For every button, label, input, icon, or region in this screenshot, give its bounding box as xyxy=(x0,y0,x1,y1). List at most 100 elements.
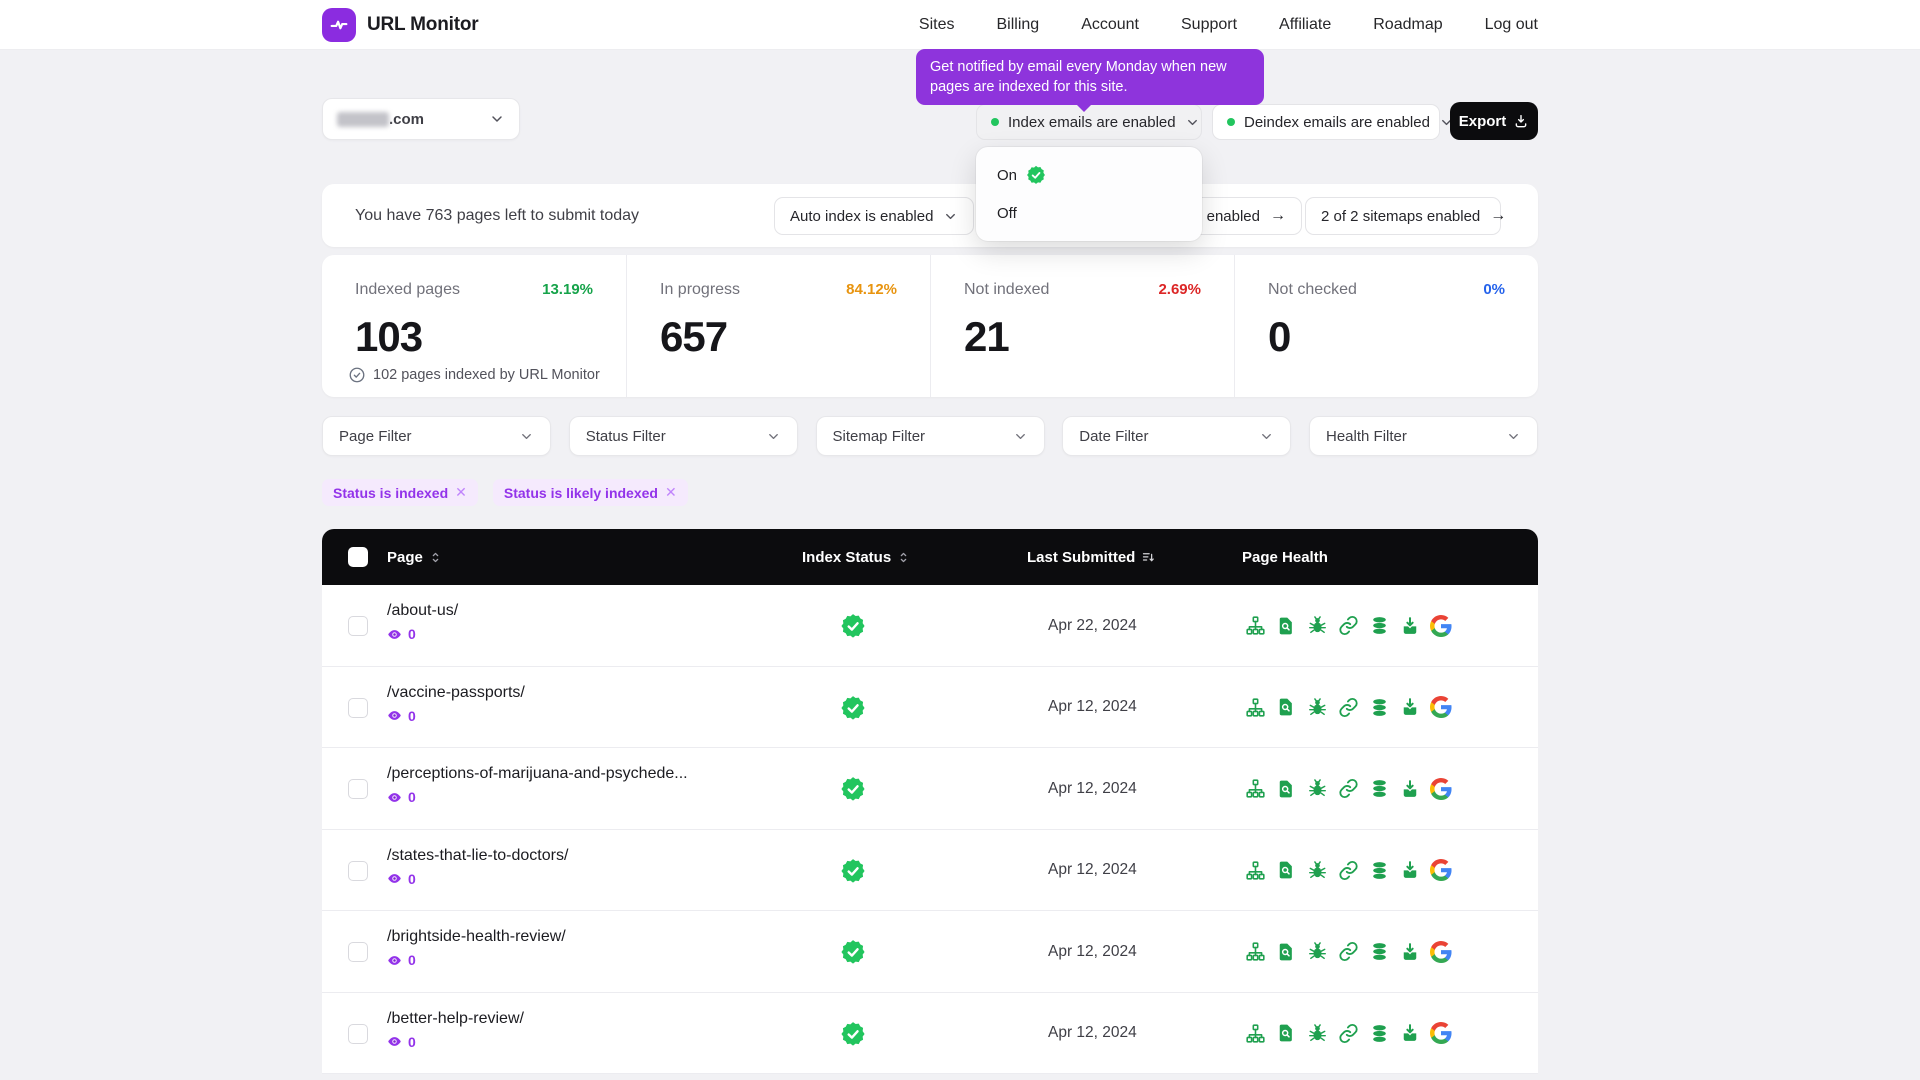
page-path[interactable]: /vaccine-passports/ xyxy=(387,684,525,702)
nav-item[interactable]: Billing xyxy=(997,16,1040,34)
download-icon[interactable] xyxy=(1399,615,1421,637)
bug-icon[interactable] xyxy=(1306,941,1328,963)
sitemaps-button[interactable]: 2 of 2 sitemaps enabled → xyxy=(1305,197,1501,235)
site-domain-suffix: .com xyxy=(389,111,424,128)
table-row[interactable]: /perceptions-of-marijuana-and-psychede..… xyxy=(322,748,1538,830)
table-row[interactable]: /about-us/ 0 Apr 22, 2024 xyxy=(322,585,1538,667)
bug-icon[interactable] xyxy=(1306,859,1328,881)
filter-dropdown[interactable]: Health Filter xyxy=(1309,416,1538,456)
table-row[interactable]: /states-that-lie-to-doctors/ 0 Apr 12, 2… xyxy=(322,830,1538,912)
submit-bar: You have 763 pages left to submit today … xyxy=(322,184,1538,247)
remove-filter-icon[interactable]: ✕ xyxy=(455,484,467,501)
column-header-status[interactable]: Index Status xyxy=(802,549,910,566)
filter-dropdown[interactable]: Date Filter xyxy=(1062,416,1291,456)
page-path[interactable]: /perceptions-of-marijuana-and-psychede..… xyxy=(387,765,688,783)
table-row[interactable]: /brightside-health-review/ 0 Apr 12, 202… xyxy=(322,911,1538,993)
link-icon[interactable] xyxy=(1337,859,1359,881)
file-search-icon[interactable] xyxy=(1275,696,1297,718)
database-icon[interactable] xyxy=(1368,859,1390,881)
nav-item[interactable]: Support xyxy=(1181,16,1237,34)
bug-icon[interactable] xyxy=(1306,696,1328,718)
google-icon[interactable] xyxy=(1430,1022,1452,1044)
file-search-icon[interactable] xyxy=(1275,859,1297,881)
page-path[interactable]: /better-help-review/ xyxy=(387,1010,524,1028)
link-icon[interactable] xyxy=(1337,941,1359,963)
download-icon[interactable] xyxy=(1399,941,1421,963)
bug-icon[interactable] xyxy=(1306,615,1328,637)
row-checkbox[interactable] xyxy=(348,698,368,718)
export-button[interactable]: Export xyxy=(1450,102,1538,140)
row-checkbox[interactable] xyxy=(348,616,368,636)
filter-dropdown[interactable]: Page Filter xyxy=(322,416,551,456)
nav-item[interactable]: Roadmap xyxy=(1373,16,1442,34)
link-icon[interactable] xyxy=(1337,696,1359,718)
database-icon[interactable] xyxy=(1368,615,1390,637)
bug-icon[interactable] xyxy=(1306,778,1328,800)
file-search-icon[interactable] xyxy=(1275,1022,1297,1044)
active-filter-tag[interactable]: Status is indexed ✕ xyxy=(322,479,478,506)
stat-value: 657 xyxy=(660,313,897,361)
google-icon[interactable] xyxy=(1430,941,1452,963)
file-search-icon[interactable] xyxy=(1275,778,1297,800)
active-filter-tag[interactable]: Status is likely indexed ✕ xyxy=(493,479,688,506)
file-search-icon[interactable] xyxy=(1275,615,1297,637)
database-icon[interactable] xyxy=(1368,778,1390,800)
sitemap-icon[interactable] xyxy=(1244,696,1266,718)
row-checkbox[interactable] xyxy=(348,861,368,881)
bug-icon[interactable] xyxy=(1306,1022,1328,1044)
database-icon[interactable] xyxy=(1368,941,1390,963)
nav-item[interactable]: Affiliate xyxy=(1279,16,1331,34)
filter-dropdown[interactable]: Status Filter xyxy=(569,416,798,456)
column-header-date[interactable]: Last Submitted xyxy=(1027,549,1156,566)
download-icon[interactable] xyxy=(1399,778,1421,800)
nav-item[interactable]: Sites xyxy=(919,16,955,34)
page-path[interactable]: /brightside-health-review/ xyxy=(387,928,566,946)
download-icon[interactable] xyxy=(1399,1022,1421,1044)
sitemap-icon[interactable] xyxy=(1244,1022,1266,1044)
column-header-page[interactable]: Page xyxy=(387,549,442,566)
google-icon[interactable] xyxy=(1430,778,1452,800)
table-row[interactable]: /better-help-review/ 0 Apr 12, 2024 xyxy=(322,993,1538,1075)
link-icon[interactable] xyxy=(1337,1022,1359,1044)
nav-item[interactable]: Account xyxy=(1081,16,1139,34)
stat-label: Indexed pages xyxy=(355,281,460,299)
brand[interactable]: URL Monitor xyxy=(322,8,478,42)
google-icon[interactable] xyxy=(1430,696,1452,718)
sitemap-icon[interactable] xyxy=(1244,778,1266,800)
google-icon[interactable] xyxy=(1430,859,1452,881)
deindex-emails-dropdown[interactable]: Deindex emails are enabled xyxy=(1212,104,1440,140)
menu-item-off[interactable]: Off xyxy=(985,194,1193,232)
row-checkbox[interactable] xyxy=(348,779,368,799)
link-icon[interactable] xyxy=(1337,778,1359,800)
download-icon[interactable] xyxy=(1399,859,1421,881)
sitemap-icon[interactable] xyxy=(1244,859,1266,881)
page-health-icons xyxy=(1244,585,1452,667)
page-path[interactable]: /states-that-lie-to-doctors/ xyxy=(387,847,568,865)
filters-row: Page Filter Status Filter Sitemap Filter… xyxy=(322,416,1538,456)
database-icon[interactable] xyxy=(1368,1022,1390,1044)
google-icon[interactable] xyxy=(1430,615,1452,637)
page-health-icons xyxy=(1244,830,1452,912)
remove-filter-icon[interactable]: ✕ xyxy=(665,484,677,501)
sitemap-icon[interactable] xyxy=(1244,941,1266,963)
row-checkbox[interactable] xyxy=(348,942,368,962)
stat-column: Indexed pages 13.19% 103 102 pages index… xyxy=(322,255,626,397)
file-search-icon[interactable] xyxy=(1275,941,1297,963)
page-health-icons xyxy=(1244,667,1452,749)
select-all-checkbox[interactable] xyxy=(348,547,368,567)
eye-icon xyxy=(387,953,402,968)
link-icon[interactable] xyxy=(1337,615,1359,637)
database-icon[interactable] xyxy=(1368,696,1390,718)
site-selector[interactable]: .com xyxy=(322,98,520,140)
menu-item-on[interactable]: On xyxy=(985,156,1193,194)
auto-index-dropdown[interactable]: Auto index is enabled xyxy=(774,197,974,235)
stat-percentage: 2.69% xyxy=(1158,281,1201,298)
filter-dropdown[interactable]: Sitemap Filter xyxy=(816,416,1045,456)
nav-item[interactable]: Log out xyxy=(1485,16,1538,34)
row-checkbox[interactable] xyxy=(348,1024,368,1044)
sitemap-icon[interactable] xyxy=(1244,615,1266,637)
table-row[interactable]: /vaccine-passports/ 0 Apr 12, 2024 xyxy=(322,667,1538,749)
download-icon[interactable] xyxy=(1399,696,1421,718)
menu-off-label: Off xyxy=(997,205,1017,222)
page-path[interactable]: /about-us/ xyxy=(387,602,458,620)
